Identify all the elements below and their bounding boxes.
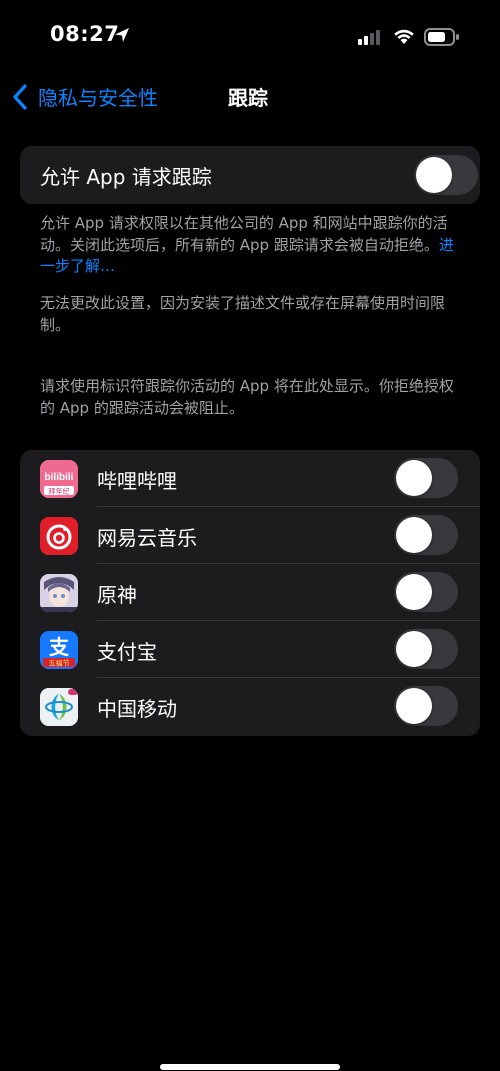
china-mobile-icon-art: [40, 688, 78, 726]
genshin-tracking-toggle[interactable]: [394, 572, 458, 612]
toggle-knob: [396, 517, 432, 553]
cellular-signal-icon: [358, 30, 380, 45]
toggle-knob: [416, 157, 452, 193]
china-mobile-icon: [40, 688, 78, 726]
allow-tracking-toggle[interactable]: [414, 155, 478, 195]
app-row-alipay: 支 五福节 支付宝: [20, 621, 480, 678]
back-button[interactable]: 隐私与安全性: [38, 82, 158, 111]
app-row-genshin: 原神: [20, 564, 480, 621]
alipay-icon-subtext: 五福节: [49, 659, 70, 668]
toggle-knob: [396, 688, 432, 724]
alipay-tracking-toggle[interactable]: [394, 629, 458, 669]
bilibili-icon-text: bilibili: [45, 472, 74, 483]
location-arrow-icon: [115, 28, 129, 42]
app-row-china-mobile: 中国移动: [20, 678, 480, 735]
app-name-bilibili: 哔哩哔哩: [97, 469, 177, 493]
bilibili-icon-art: bilibili 拜年纪: [40, 460, 78, 498]
genshin-icon-art: [40, 574, 78, 612]
netease-music-icon-art: [40, 517, 78, 555]
allow-tracking-card: 允许 App 请求跟踪: [20, 146, 480, 204]
toggle-knob: [396, 460, 432, 496]
netease-music-tracking-toggle[interactable]: [394, 515, 458, 555]
apps-section-header: 请求使用标识符跟踪你活动的 App 将在此处显示。你拒绝授权的 App 的跟踪活…: [40, 377, 454, 417]
app-name-genshin: 原神: [97, 583, 137, 607]
alipay-icon-art: 支 五福节: [40, 631, 78, 669]
status-time: 08:27: [50, 22, 120, 46]
app-name-netease-music: 网易云音乐: [97, 526, 197, 550]
page-title: 跟踪: [228, 86, 268, 110]
apps-list: bilibili 拜年纪 哔哩哔哩 网易云音乐 原神 支 五福节 支付宝 中国移…: [20, 450, 480, 736]
bilibili-icon-subtext: 拜年纪: [49, 487, 70, 496]
restriction-note: 无法更改此设置，因为安装了描述文件或存在屏幕使用时间限制。: [40, 294, 446, 334]
genshin-icon: [40, 574, 78, 612]
toggle-knob: [396, 631, 432, 667]
netease-music-icon: [40, 517, 78, 555]
allow-tracking-label: 允许 App 请求跟踪: [40, 165, 212, 189]
tracking-description-text: 允许 App 请求权限以在其他公司的 App 和网站中跟踪你的活动。关闭此选项后…: [40, 214, 448, 254]
bilibili-tracking-toggle[interactable]: [394, 458, 458, 498]
home-indicator[interactable]: [160, 1064, 340, 1070]
battery-icon: [424, 28, 459, 46]
toggle-knob: [396, 574, 432, 610]
app-name-china-mobile: 中国移动: [97, 697, 177, 721]
alipay-icon-text: 支: [49, 635, 70, 659]
wifi-icon: [394, 29, 414, 44]
china-mobile-tracking-toggle[interactable]: [394, 686, 458, 726]
app-row-bilibili: bilibili 拜年纪 哔哩哔哩: [20, 450, 480, 507]
bilibili-icon: bilibili 拜年纪: [40, 460, 78, 498]
alipay-icon: 支 五福节: [40, 631, 78, 669]
back-chevron-icon[interactable]: [12, 84, 28, 110]
app-name-alipay: 支付宝: [97, 640, 157, 664]
tracking-description: 允许 App 请求权限以在其他公司的 App 和网站中跟踪你的活动。关闭此选项后…: [40, 213, 460, 278]
app-row-netease-music: 网易云音乐: [20, 507, 480, 564]
